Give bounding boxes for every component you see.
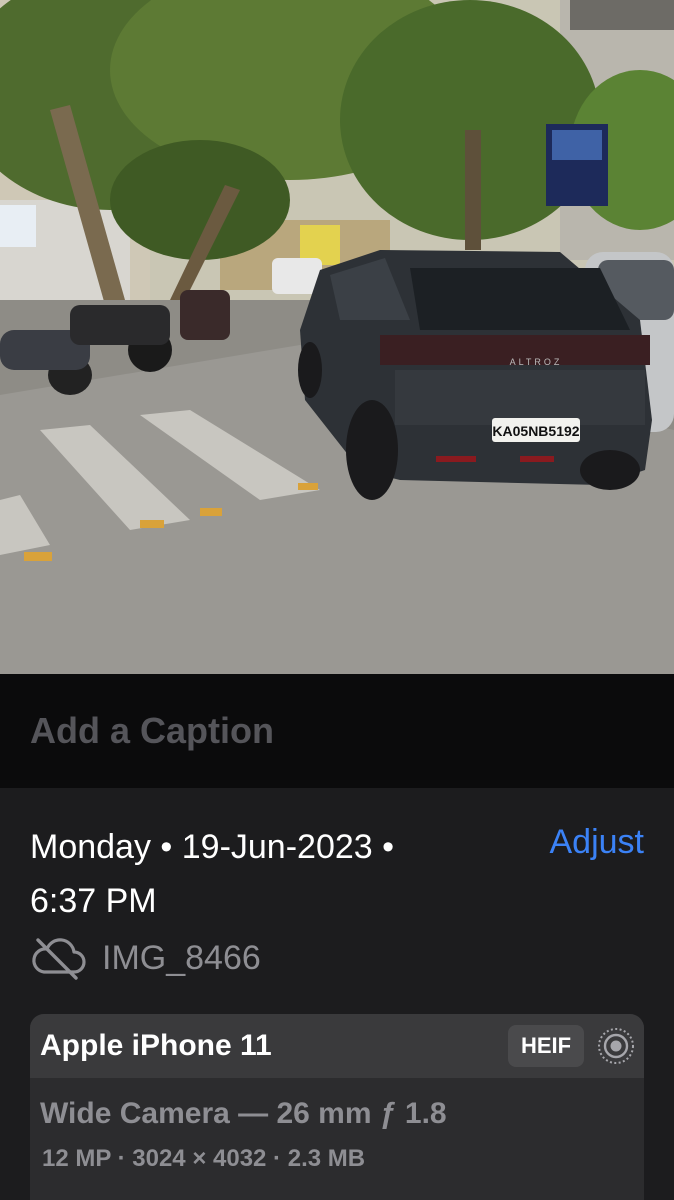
camera-info: Wide Camera — 26 mm ƒ 1.8 [40,1097,447,1130]
file-row: IMG_8466 [30,936,261,980]
date-time: Monday • 19-Jun-2023 • 6:37 PM [30,820,510,928]
info-panel: Monday • 19-Jun-2023 • 6:37 PM Adjust IM… [0,788,674,1200]
photo-view[interactable]: KA05NB5192 ALTROZ [0,0,674,674]
device-card: Apple iPhone 11 HEIF Wide Camera — 26 mm… [30,1014,644,1200]
caption-bar [0,674,674,788]
live-photo-icon[interactable] [596,1026,636,1066]
caption-input[interactable] [30,704,630,758]
date-line: Monday • 19-Jun-2023 • [30,828,395,866]
device-header: Apple iPhone 11 HEIF [30,1014,644,1078]
car-badge: ALTROZ [510,357,563,367]
cloud-slash-icon [32,938,86,980]
device-name: Apple iPhone 11 [40,1029,272,1062]
format-badge: HEIF [508,1025,584,1067]
file-name: IMG_8466 [102,939,261,977]
time-line: 6:37 PM [30,882,157,920]
photo-image: KA05NB5192 ALTROZ [0,0,674,674]
photo-info-screen: KA05NB5192 ALTROZ Monday • 19-Jun-2023 •… [0,0,674,1200]
adjust-button[interactable]: Adjust [550,820,645,864]
license-plate: KA05NB5192 [492,423,579,439]
image-specs: 12 MP · 3024 × 4032 · 2.3 MB [42,1145,366,1172]
